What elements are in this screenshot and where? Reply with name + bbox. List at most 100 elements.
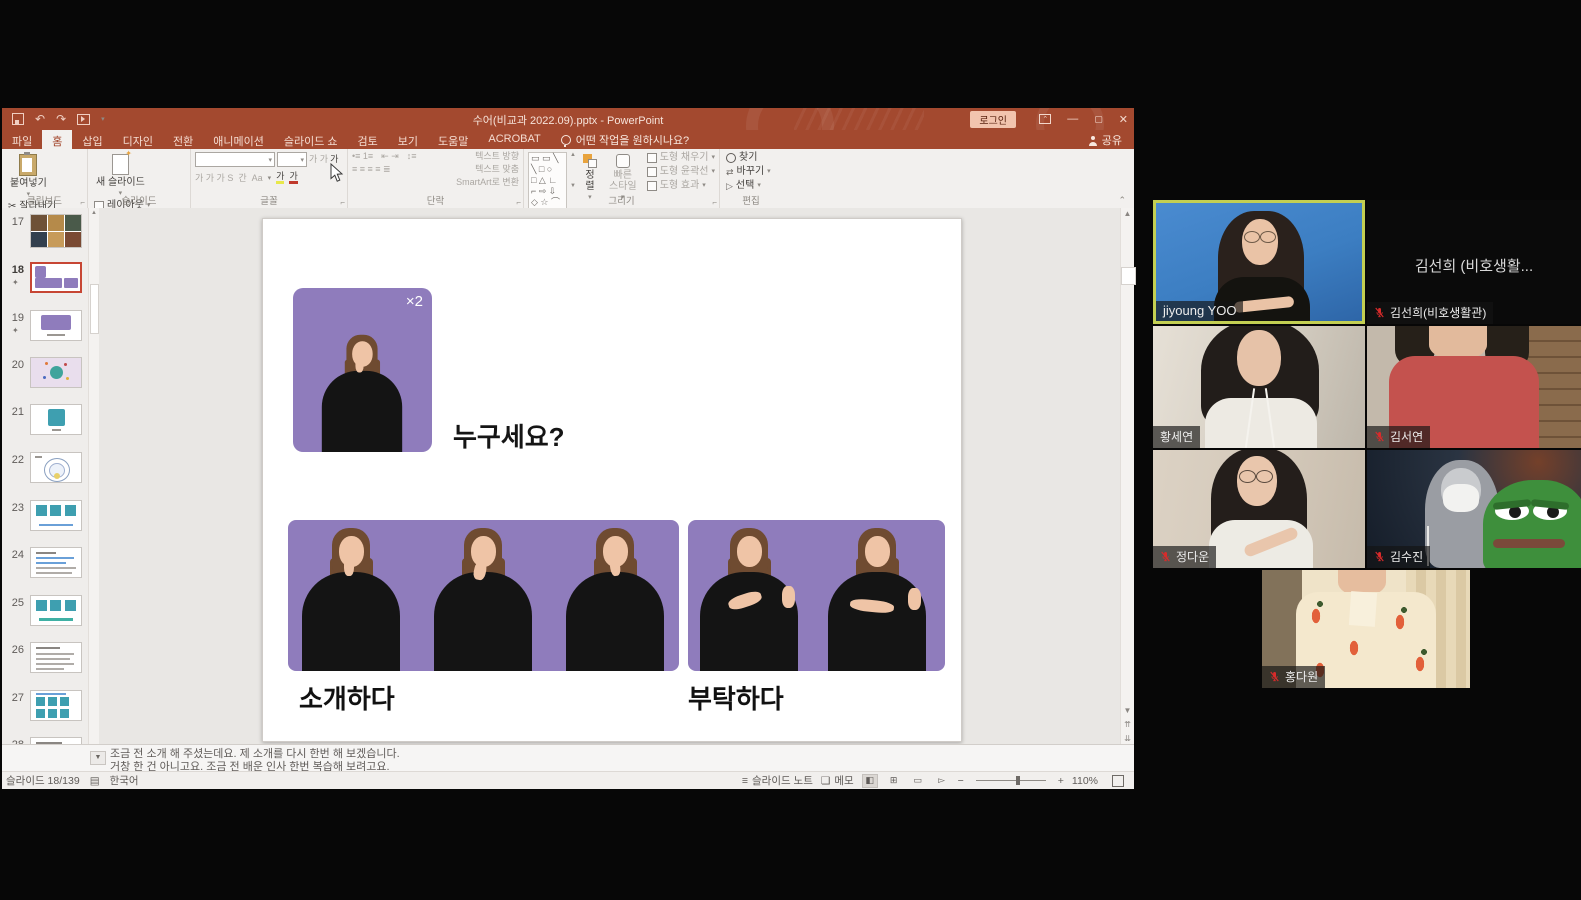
- zoom-out-button[interactable]: −: [958, 775, 964, 787]
- slide-thumbnail-23[interactable]: 23: [2, 500, 88, 540]
- slide-thumbnail-19[interactable]: 19 ✦: [2, 310, 88, 350]
- slide-question-text[interactable]: 누구세요?: [453, 417, 565, 454]
- change-case-icon[interactable]: Aa: [252, 174, 263, 183]
- replace-button[interactable]: ⇄ 바꾸기 ▾: [726, 166, 771, 178]
- scrollbar-thumb[interactable]: [1121, 267, 1136, 285]
- slide-thumbnail-17[interactable]: 17: [2, 214, 88, 254]
- slideshow-view-button[interactable]: ▻: [934, 774, 950, 788]
- reading-view-button[interactable]: ▭: [910, 774, 926, 788]
- language-indicator[interactable]: 한국어: [110, 773, 139, 788]
- video-tile-kim-seoyeon[interactable]: 김서연: [1367, 326, 1581, 448]
- scroll-up-icon[interactable]: ▲: [89, 210, 99, 216]
- share-button[interactable]: 공유: [1077, 130, 1134, 149]
- grow-shrink-font-icons[interactable]: 가 가: [309, 155, 328, 164]
- find-button[interactable]: 찾기: [726, 152, 771, 164]
- fit-to-window-icon[interactable]: [1112, 775, 1124, 787]
- slide-sorter-view-button[interactable]: ⊞: [886, 774, 902, 788]
- slide-thumbnail-21[interactable]: 21: [2, 404, 88, 444]
- slide-thumbnail-18[interactable]: 18 ✦: [2, 262, 88, 302]
- indent-icons[interactable]: ⇤ ⇥: [381, 152, 399, 161]
- previous-slide-icon[interactable]: ⇈: [1121, 720, 1134, 729]
- tab-home[interactable]: 홈: [42, 130, 72, 149]
- tab-acrobat[interactable]: ACROBAT: [478, 130, 550, 149]
- shape-effects-button[interactable]: 도형 효과 ▾: [647, 180, 715, 192]
- line-spacing-icon[interactable]: ↕≡: [407, 152, 417, 161]
- caption-request[interactable]: 부탁하다: [688, 679, 784, 716]
- tab-animations[interactable]: 애니메이션: [203, 130, 274, 149]
- slide-number-indicator[interactable]: 슬라이드 18/139: [2, 773, 80, 788]
- tab-view[interactable]: 보기: [388, 130, 428, 149]
- notes-toggle-button[interactable]: ≡ 슬라이드 노트: [742, 773, 813, 788]
- text-direction-button[interactable]: 텍스트 방향: [475, 152, 519, 161]
- tell-me-box[interactable]: 어떤 작업을 원하시나요?: [551, 130, 699, 149]
- scrollbar-thumb[interactable]: [90, 284, 99, 334]
- request-sign-image[interactable]: [688, 520, 945, 671]
- slide-thumbnail-20[interactable]: 20: [2, 357, 88, 397]
- shape-fill-button[interactable]: 도형 채우기 ▾: [647, 152, 715, 164]
- zoom-level[interactable]: 110%: [1072, 775, 1098, 787]
- maximize-icon[interactable]: ▢: [1094, 114, 1103, 125]
- participant-display-name: 김선희 (비호생활...: [1367, 255, 1581, 276]
- login-button[interactable]: 로그인: [970, 111, 1016, 128]
- slide-thumbnail-24[interactable]: 24: [2, 547, 88, 587]
- character-spacing-icon[interactable]: 간: [238, 174, 246, 183]
- text-align-button[interactable]: 텍스트 맞춤: [475, 165, 519, 174]
- notes-line-1[interactable]: 조금 전 소개 해 주셨는데요. 제 소개를 다시 한번 해 보겠습니다.: [110, 748, 400, 761]
- current-slide[interactable]: ×2 누구세요?: [262, 218, 962, 742]
- proofing-icon[interactable]: ▤: [90, 775, 100, 787]
- zoom-slider[interactable]: [976, 780, 1046, 781]
- scroll-down-icon[interactable]: ▼: [1121, 706, 1134, 715]
- tab-slideshow[interactable]: 슬라이드 쇼: [274, 130, 348, 149]
- dialog-launcher-icon[interactable]: ⌐: [80, 198, 85, 207]
- notes-pane[interactable]: ▼ 조금 전 소개 해 주셨는데요. 제 소개를 다시 한번 해 보겠습니다. …: [2, 744, 1134, 772]
- zoom-in-button[interactable]: +: [1058, 775, 1064, 787]
- tab-review[interactable]: 검토: [348, 130, 388, 149]
- dialog-launcher-icon[interactable]: ⌐: [340, 198, 345, 207]
- bullets-numbering-icons[interactable]: •≡ 1≡: [352, 152, 373, 161]
- alignment-icons[interactable]: ≡ ≡ ≡ ≡ ≣: [352, 165, 391, 174]
- video-tile-hwang-seyeon[interactable]: 황세연: [1153, 326, 1365, 448]
- tab-insert[interactable]: 삽입: [72, 130, 112, 149]
- close-icon[interactable]: ✕: [1119, 113, 1128, 126]
- sign-demo-image[interactable]: ×2: [293, 288, 432, 452]
- dialog-launcher-icon[interactable]: ⌐: [516, 198, 521, 207]
- shape-outline-button[interactable]: 도형 윤곽선 ▾: [647, 166, 715, 178]
- video-tile-kim-seonhui[interactable]: 김선희 (비호생활... 김선희(비호생활관): [1367, 200, 1581, 324]
- slide-scrollbar[interactable]: ▲ ▼ ⇈ ⇊: [1120, 208, 1134, 745]
- thumbnail-scrollbar[interactable]: ▲: [88, 208, 99, 745]
- slide-thumbnail-27[interactable]: 27: [2, 690, 88, 730]
- select-button[interactable]: ▷ 선택 ▾: [726, 180, 771, 192]
- video-tile-kim-sujin[interactable]: 김수진: [1367, 450, 1581, 568]
- slide-thumbnail-26[interactable]: 26: [2, 642, 88, 682]
- slide-canvas[interactable]: ×2 누구세요?: [99, 208, 1120, 745]
- smartart-convert-button[interactable]: SmartArt로 변환: [456, 178, 519, 187]
- font-size-combo[interactable]: ▾: [277, 152, 307, 167]
- caption-introduce[interactable]: 소개하다: [299, 679, 395, 716]
- video-tile-hong-dawon[interactable]: 홍다원: [1262, 570, 1470, 688]
- ribbon-display-options-icon[interactable]: ⌃: [1039, 114, 1051, 124]
- collapse-ribbon-icon[interactable]: ⌃: [1118, 195, 1126, 206]
- gallery-down-icon[interactable]: ▼: [570, 183, 576, 189]
- tab-transitions[interactable]: 전환: [163, 130, 203, 149]
- tab-help[interactable]: 도움말: [428, 130, 478, 149]
- bold-italic-underline-strike-icons[interactable]: 가 가 가 S: [195, 174, 233, 183]
- zoom-slider-knob[interactable]: [1016, 776, 1020, 785]
- highlight-color-icon[interactable]: 가: [276, 172, 284, 184]
- scroll-up-icon[interactable]: ▲: [1121, 209, 1134, 218]
- tab-design[interactable]: 디자인: [113, 130, 163, 149]
- font-color-icon[interactable]: 가: [289, 172, 297, 184]
- tab-file[interactable]: 파일: [2, 130, 42, 149]
- font-name-combo[interactable]: ▾: [195, 152, 275, 167]
- gallery-up-icon[interactable]: ▲: [570, 152, 576, 158]
- minimize-icon[interactable]: —: [1067, 113, 1078, 125]
- next-slide-icon[interactable]: ⇊: [1121, 734, 1134, 743]
- video-tile-jiyoung-yoo[interactable]: jiyoung YOO: [1153, 200, 1365, 324]
- dialog-launcher-icon[interactable]: ⌐: [712, 198, 717, 207]
- slide-thumbnail-22[interactable]: 22: [2, 452, 88, 492]
- slide-thumbnail-25[interactable]: 25: [2, 595, 88, 635]
- introduce-sign-image[interactable]: [288, 520, 679, 671]
- notes-collapse-icon[interactable]: ▼: [90, 751, 106, 765]
- video-tile-jeong-daun[interactable]: 정다운: [1153, 450, 1365, 568]
- normal-view-button[interactable]: ◧: [862, 774, 878, 788]
- comments-toggle-button[interactable]: ❏ 메모: [821, 773, 854, 788]
